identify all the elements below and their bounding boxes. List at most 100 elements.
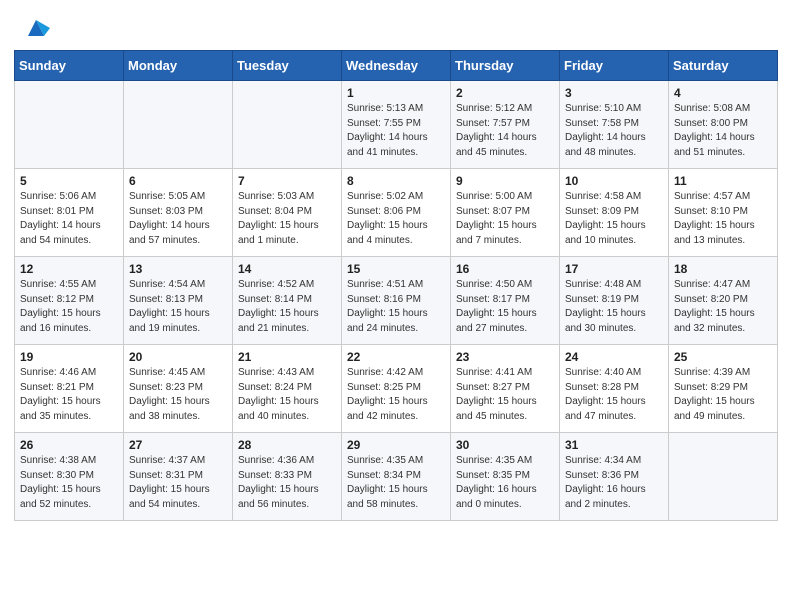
day-number: 21	[238, 350, 336, 364]
weekday-header-wednesday: Wednesday	[342, 51, 451, 81]
day-number: 29	[347, 438, 445, 452]
day-detail: Sunrise: 4:36 AMSunset: 8:33 PMDaylight:…	[238, 454, 336, 512]
day-cell: 14 Sunrise: 4:52 AMSunset: 8:14 PMDayligh…	[233, 257, 342, 345]
day-cell: 16 Sunrise: 4:50 AMSunset: 8:17 PMDayligh…	[451, 257, 560, 345]
day-cell: 15 Sunrise: 4:51 AMSunset: 8:16 PMDayligh…	[342, 257, 451, 345]
week-row-2: 5Sunrise: 5:06 AMSunset: 8:01 PMDaylight…	[15, 169, 778, 257]
day-number: 25	[674, 350, 772, 364]
day-cell: 21 Sunrise: 4:43 AMSunset: 8:24 PMDayligh…	[233, 345, 342, 433]
day-cell: 7 Sunrise: 5:03 AMSunset: 8:04 PMDaylight…	[233, 169, 342, 257]
day-detail: Sunrise: 4:51 AMSunset: 8:16 PMDaylight:…	[347, 278, 445, 336]
day-number: 17	[565, 262, 663, 276]
day-number: 22	[347, 350, 445, 364]
day-detail: Sunrise: 4:35 AMSunset: 8:34 PMDaylight:…	[347, 454, 445, 512]
day-number: 5	[20, 174, 118, 188]
day-number: 16	[456, 262, 554, 276]
day-number: 26	[20, 438, 118, 452]
day-detail: Sunrise: 5:10 AMSunset: 7:58 PMDaylight:…	[565, 102, 663, 160]
day-number: 14	[238, 262, 336, 276]
day-cell: 9Sunrise: 5:00 AMSunset: 8:07 PMDaylight…	[451, 169, 560, 257]
day-cell	[669, 433, 778, 521]
day-cell: 25 Sunrise: 4:39 AMSunset: 8:29 PMDayligh…	[669, 345, 778, 433]
day-number: 4	[674, 86, 772, 100]
day-cell: 5Sunrise: 5:06 AMSunset: 8:01 PMDaylight…	[15, 169, 124, 257]
day-number: 15	[347, 262, 445, 276]
day-cell: 19 Sunrise: 4:46 AMSunset: 8:21 PMDayligh…	[15, 345, 124, 433]
day-detail: Sunrise: 4:46 AMSunset: 8:21 PMDaylight:…	[20, 366, 118, 424]
day-cell: 1 Sunrise: 5:13 AMSunset: 7:55 PMDaylight…	[342, 81, 451, 169]
day-detail: Sunrise: 4:57 AMSunset: 8:10 PMDaylight:…	[674, 190, 772, 248]
day-number: 1	[347, 86, 445, 100]
calendar-table: SundayMondayTuesdayWednesdayThursdayFrid…	[14, 50, 778, 521]
day-cell: 30Sunrise: 4:35 AMSunset: 8:35 PMDayligh…	[451, 433, 560, 521]
day-cell: 29 Sunrise: 4:35 AMSunset: 8:34 PMDayligh…	[342, 433, 451, 521]
page-container: SundayMondayTuesdayWednesdayThursdayFrid…	[0, 0, 792, 535]
day-detail: Sunrise: 4:47 AMSunset: 8:20 PMDaylight:…	[674, 278, 772, 336]
day-detail: Sunrise: 4:39 AMSunset: 8:29 PMDaylight:…	[674, 366, 772, 424]
day-number: 23	[456, 350, 554, 364]
day-number: 8	[347, 174, 445, 188]
day-detail: Sunrise: 4:55 AMSunset: 8:12 PMDaylight:…	[20, 278, 118, 336]
week-row-1: 1 Sunrise: 5:13 AMSunset: 7:55 PMDaylight…	[15, 81, 778, 169]
day-number: 3	[565, 86, 663, 100]
day-number: 20	[129, 350, 227, 364]
day-detail: Sunrise: 4:48 AMSunset: 8:19 PMDaylight:…	[565, 278, 663, 336]
weekday-header-thursday: Thursday	[451, 51, 560, 81]
weekday-header-tuesday: Tuesday	[233, 51, 342, 81]
day-cell: 2 Sunrise: 5:12 AMSunset: 7:57 PMDaylight…	[451, 81, 560, 169]
day-cell: 20 Sunrise: 4:45 AMSunset: 8:23 PMDayligh…	[124, 345, 233, 433]
day-detail: Sunrise: 4:34 AMSunset: 8:36 PMDaylight:…	[565, 454, 663, 512]
day-detail: Sunrise: 4:41 AMSunset: 8:27 PMDaylight:…	[456, 366, 554, 424]
week-row-5: 26Sunrise: 4:38 AMSunset: 8:30 PMDayligh…	[15, 433, 778, 521]
day-cell: 13 Sunrise: 4:54 AMSunset: 8:13 PMDayligh…	[124, 257, 233, 345]
day-detail: Sunrise: 5:12 AMSunset: 7:57 PMDaylight:…	[456, 102, 554, 160]
day-number: 19	[20, 350, 118, 364]
day-detail: Sunrise: 4:52 AMSunset: 8:14 PMDaylight:…	[238, 278, 336, 336]
day-detail: Sunrise: 4:43 AMSunset: 8:24 PMDaylight:…	[238, 366, 336, 424]
day-detail: Sunrise: 4:42 AMSunset: 8:25 PMDaylight:…	[347, 366, 445, 424]
day-detail: Sunrise: 4:45 AMSunset: 8:23 PMDaylight:…	[129, 366, 227, 424]
day-number: 28	[238, 438, 336, 452]
day-detail: Sunrise: 4:50 AMSunset: 8:17 PMDaylight:…	[456, 278, 554, 336]
logo	[20, 14, 50, 42]
day-detail: Sunrise: 4:35 AMSunset: 8:35 PMDaylight:…	[456, 454, 554, 512]
header	[0, 0, 792, 50]
weekday-header-friday: Friday	[560, 51, 669, 81]
day-cell: 12Sunrise: 4:55 AMSunset: 8:12 PMDayligh…	[15, 257, 124, 345]
day-detail: Sunrise: 5:02 AMSunset: 8:06 PMDaylight:…	[347, 190, 445, 248]
day-detail: Sunrise: 5:08 AMSunset: 8:00 PMDaylight:…	[674, 102, 772, 160]
day-number: 13	[129, 262, 227, 276]
day-detail: Sunrise: 4:40 AMSunset: 8:28 PMDaylight:…	[565, 366, 663, 424]
day-number: 18	[674, 262, 772, 276]
day-cell: 4 Sunrise: 5:08 AMSunset: 8:00 PMDaylight…	[669, 81, 778, 169]
day-detail: Sunrise: 4:54 AMSunset: 8:13 PMDaylight:…	[129, 278, 227, 336]
weekday-header-sunday: Sunday	[15, 51, 124, 81]
weekday-header-monday: Monday	[124, 51, 233, 81]
day-cell: 31 Sunrise: 4:34 AMSunset: 8:36 PMDayligh…	[560, 433, 669, 521]
day-cell	[15, 81, 124, 169]
day-detail: Sunrise: 5:03 AMSunset: 8:04 PMDaylight:…	[238, 190, 336, 248]
day-detail: Sunrise: 4:37 AMSunset: 8:31 PMDaylight:…	[129, 454, 227, 512]
day-cell	[233, 81, 342, 169]
logo-icon	[22, 14, 50, 42]
day-cell: 17 Sunrise: 4:48 AMSunset: 8:19 PMDayligh…	[560, 257, 669, 345]
day-number: 10	[565, 174, 663, 188]
week-row-3: 12Sunrise: 4:55 AMSunset: 8:12 PMDayligh…	[15, 257, 778, 345]
calendar-wrapper: SundayMondayTuesdayWednesdayThursdayFrid…	[0, 50, 792, 535]
day-number: 6	[129, 174, 227, 188]
day-detail: Sunrise: 5:13 AMSunset: 7:55 PMDaylight:…	[347, 102, 445, 160]
day-number: 7	[238, 174, 336, 188]
day-cell: 18 Sunrise: 4:47 AMSunset: 8:20 PMDayligh…	[669, 257, 778, 345]
day-cell: 24Sunrise: 4:40 AMSunset: 8:28 PMDayligh…	[560, 345, 669, 433]
day-cell: 26Sunrise: 4:38 AMSunset: 8:30 PMDayligh…	[15, 433, 124, 521]
calendar-body: 1 Sunrise: 5:13 AMSunset: 7:55 PMDaylight…	[15, 81, 778, 521]
day-cell: 11Sunrise: 4:57 AMSunset: 8:10 PMDayligh…	[669, 169, 778, 257]
day-cell: 23 Sunrise: 4:41 AMSunset: 8:27 PMDayligh…	[451, 345, 560, 433]
day-number: 31	[565, 438, 663, 452]
day-cell: 22 Sunrise: 4:42 AMSunset: 8:25 PMDayligh…	[342, 345, 451, 433]
day-number: 2	[456, 86, 554, 100]
calendar-header: SundayMondayTuesdayWednesdayThursdayFrid…	[15, 51, 778, 81]
day-cell	[124, 81, 233, 169]
day-cell: 6Sunrise: 5:05 AMSunset: 8:03 PMDaylight…	[124, 169, 233, 257]
week-row-4: 19 Sunrise: 4:46 AMSunset: 8:21 PMDayligh…	[15, 345, 778, 433]
